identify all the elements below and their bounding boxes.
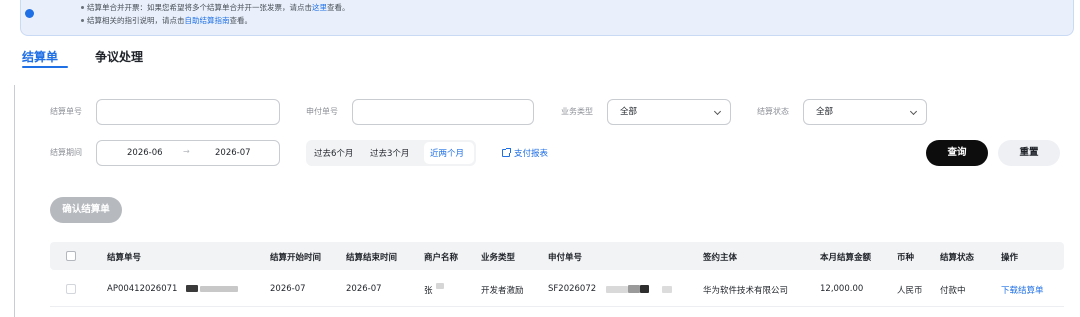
external-link-icon [502, 148, 511, 157]
column-header-payment-no: 申付单号 [548, 253, 583, 263]
query-button[interactable]: 查询 [926, 140, 988, 166]
quick-range-6-months[interactable]: 过去6个月 [314, 147, 353, 159]
column-header-settlement-no: 结算单号 [107, 253, 142, 263]
notice-here-link[interactable]: 这里 [312, 3, 327, 12]
quick-range-3-months[interactable]: 过去3个月 [370, 147, 409, 159]
status-select[interactable]: 全部 [803, 99, 927, 125]
row-divider [50, 306, 1064, 307]
column-header-business-type: 业务类型 [481, 253, 516, 263]
arrow-right-icon: → [183, 147, 190, 156]
redacted-block [662, 286, 672, 293]
settlement-no-label: 结算单号 [50, 107, 82, 116]
payment-no-input[interactable] [352, 99, 534, 125]
status-label: 结算状态 [757, 107, 789, 116]
cell-amount: 12,000.00 [820, 284, 864, 294]
period-label: 结算期间 [50, 148, 82, 157]
notice-line-merge-invoice: 结算单合并开票：如果您希望将多个结算单合并开一张发票，请点击这里查看。 [81, 3, 350, 12]
cell-settlement-no: AP00412026071 [107, 284, 178, 294]
column-header-action: 操作 [1001, 253, 1019, 263]
business-type-label: 业务类型 [561, 107, 593, 116]
redacted-block [640, 285, 649, 293]
column-header-amount: 本月结算金额 [820, 253, 872, 263]
column-header-entity: 签约主体 [703, 253, 738, 263]
column-header-status: 结算状态 [940, 253, 975, 263]
active-tab-indicator [22, 66, 68, 68]
redacted-block [606, 286, 628, 293]
cell-currency: 人民币 [897, 286, 923, 296]
cell-status: 付款中 [940, 286, 966, 296]
download-settlement-link[interactable]: 下载结算单 [1001, 284, 1044, 296]
cell-payment-no: SF2026072 [548, 284, 597, 294]
quick-range-group: 过去6个月 过去3个月 近两个月 [306, 140, 476, 166]
quick-range-2-months[interactable]: 近两个月 [430, 147, 464, 159]
notice-banner: 结算单合并开票：如果您希望将多个结算单合并开一张发票，请点击这里查看。 结算相关… [20, 0, 1074, 36]
column-header-start: 结算开始时间 [270, 253, 322, 263]
confirm-settlement-button[interactable]: 确认结算单 [50, 197, 122, 223]
chevron-down-icon [909, 107, 918, 116]
row-checkbox[interactable] [66, 284, 76, 294]
period-end[interactable]: 2026-07 [215, 148, 251, 158]
payment-report-link[interactable]: 支付报表 [502, 147, 548, 159]
chevron-down-icon [713, 107, 722, 116]
info-icon [25, 9, 34, 18]
redacted-block [436, 283, 444, 289]
tab-disputes[interactable]: 争议处理 [95, 48, 143, 65]
cell-business-type: 开发者激励 [481, 286, 524, 296]
divider [14, 85, 15, 317]
notice-line-guide: 结算相关的指引说明，请点击自助结算指南查看。 [81, 16, 252, 25]
cell-start: 2026-07 [270, 284, 306, 294]
redacted-block [186, 285, 198, 292]
column-header-end: 结算结束时间 [346, 253, 398, 263]
cell-end: 2026-07 [346, 284, 382, 294]
period-start[interactable]: 2026-06 [127, 148, 163, 158]
period-range-picker[interactable]: 2026-06 → 2026-07 [96, 140, 280, 166]
reset-button[interactable]: 重置 [998, 140, 1060, 166]
redacted-block [200, 286, 238, 292]
settlement-page: 结算单合并开票：如果您希望将多个结算单合并开一张发票，请点击这里查看。 结算相关… [0, 0, 1080, 317]
column-header-currency: 币种 [897, 253, 915, 263]
notice-guide-link[interactable]: 自助结算指南 [185, 16, 230, 25]
cell-entity: 华为软件技术有限公司 [703, 286, 789, 296]
payment-no-label: 申付单号 [306, 107, 338, 116]
tab-settlement[interactable]: 结算单 [22, 48, 58, 65]
column-header-merchant: 商户名称 [424, 253, 459, 263]
select-all-checkbox[interactable] [66, 251, 76, 261]
business-type-select[interactable]: 全部 [607, 99, 731, 125]
settlement-no-input[interactable] [96, 99, 280, 125]
redacted-block [628, 285, 640, 293]
cell-merchant: 张 [424, 286, 433, 296]
